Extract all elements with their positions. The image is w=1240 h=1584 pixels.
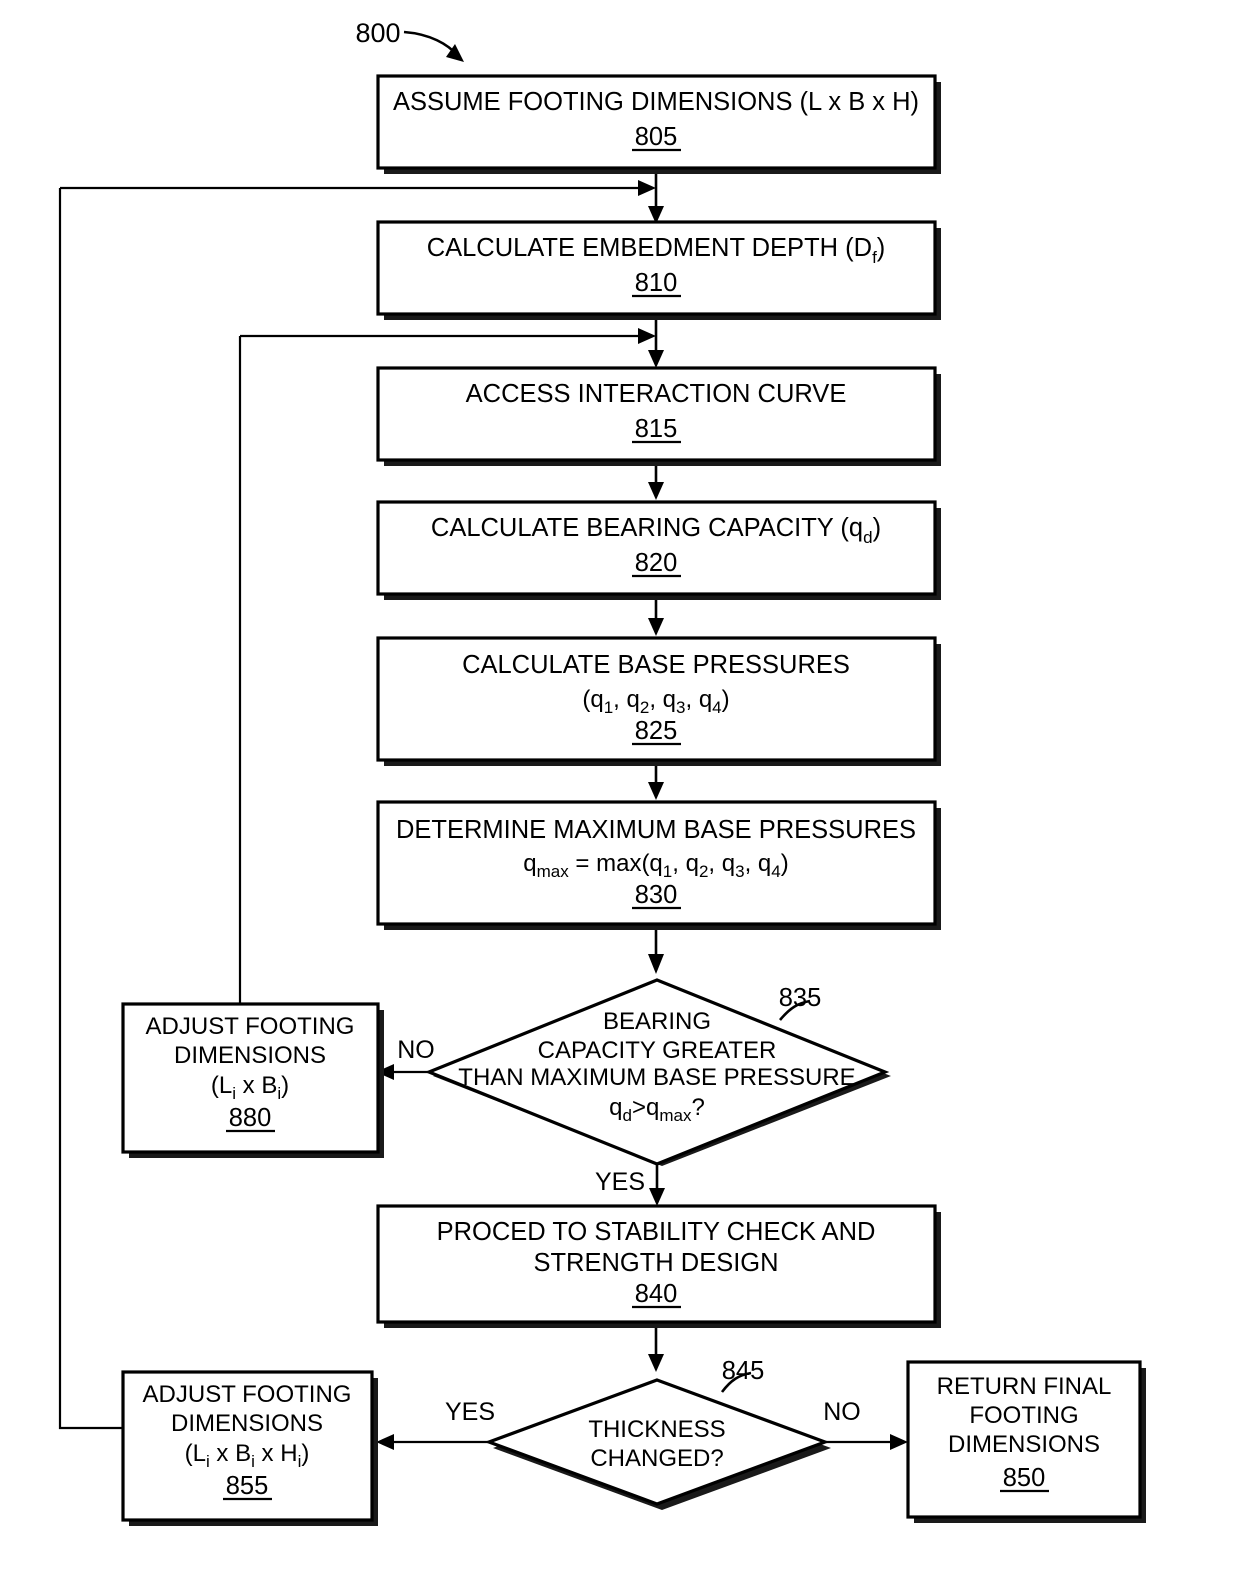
node-835-ref: 835 — [779, 984, 822, 1012]
node-830-ref: 830 — [635, 881, 678, 909]
edge-825-830 — [648, 766, 664, 800]
edge-845-no-850: NO — [823, 1398, 908, 1450]
node-805: ASSUME FOOTING DIMENSIONS (L x B x H) 80… — [376, 74, 941, 174]
node-805-line1: ASSUME FOOTING DIMENSIONS (L x B x H) — [393, 88, 919, 116]
edge-820-825 — [648, 600, 664, 636]
node-825: CALCULATE BASE PRESSURES (q1, q2, q3, q4… — [376, 636, 941, 766]
edge-810-815 — [648, 320, 664, 368]
node-850-line2: FOOTING — [969, 1402, 1078, 1429]
edge-830-835 — [648, 930, 664, 974]
node-850: RETURN FINAL FOOTING DIMENSIONS 850 — [906, 1360, 1146, 1523]
node-855-line2: DIMENSIONS — [171, 1410, 323, 1437]
node-835-line2: CAPACITY GREATER — [538, 1037, 777, 1064]
node-805-ref: 805 — [635, 123, 678, 151]
edge-feedback-outer — [60, 180, 656, 196]
node-880-line2: DIMENSIONS — [174, 1042, 326, 1069]
edge-label-yes-835: YES — [595, 1168, 645, 1196]
node-825-ref: 825 — [635, 717, 678, 745]
node-835: BEARING CAPACITY GREATER THAN MAXIMUM BA… — [424, 978, 891, 1166]
node-840: PROCED TO STABILITY CHECK AND STRENGTH D… — [376, 1204, 941, 1328]
edge-855-feedback-riser — [58, 188, 123, 1430]
edge-815-820 — [648, 466, 664, 500]
node-855-line3: (Li x Bi x Hi) — [185, 1440, 310, 1471]
node-815-line1: ACCESS INTERACTION CURVE — [466, 380, 847, 408]
node-830-line1: DETERMINE MAXIMUM BASE PRESSURES — [396, 816, 916, 844]
edge-805-810 — [648, 174, 664, 224]
node-830: DETERMINE MAXIMUM BASE PRESSURES qmax = … — [376, 800, 941, 930]
edge-label-no-835: NO — [397, 1036, 435, 1064]
edge-845-yes-855: YES — [376, 1398, 495, 1450]
edge-label-yes-845: YES — [445, 1398, 495, 1426]
patent-flowchart-page: 800 ASSUME FOOTING DIMENSIONS (L x B x H… — [0, 0, 1240, 1584]
node-855: ADJUST FOOTING DIMENSIONS (Li x Bi x Hi)… — [121, 1370, 378, 1526]
node-855-line1: ADJUST FOOTING — [143, 1381, 352, 1408]
node-835-line1: BEARING — [603, 1008, 711, 1035]
node-880-ref: 880 — [229, 1104, 272, 1132]
node-840-line1: PROCED TO STABILITY CHECK AND — [437, 1218, 876, 1246]
node-840-ref: 840 — [635, 1280, 678, 1308]
node-855-ref: 855 — [226, 1472, 269, 1500]
node-850-ref: 850 — [1003, 1464, 1046, 1492]
node-880-line1: ADJUST FOOTING — [146, 1013, 355, 1040]
node-845-line1: THICKNESS — [588, 1416, 725, 1443]
edge-835-yes-840: YES — [595, 1164, 665, 1206]
edge-feedback-inner — [240, 328, 656, 344]
node-840-line2: STRENGTH DESIGN — [533, 1249, 778, 1277]
node-845: THICKNESS CHANGED? 845 — [484, 1357, 831, 1510]
edge-840-845 — [648, 1328, 664, 1372]
node-810-ref: 810 — [635, 269, 678, 297]
node-835-line3: THAN MAXIMUM BASE PRESSURE — [458, 1064, 855, 1091]
node-815-ref: 815 — [635, 415, 678, 443]
node-820-ref: 820 — [635, 549, 678, 577]
node-820: CALCULATE BEARING CAPACITY (qd) 820 — [376, 500, 941, 600]
node-880: ADJUST FOOTING DIMENSIONS (Li x Bi) 880 — [121, 1002, 384, 1158]
edge-label-no-845: NO — [823, 1398, 861, 1426]
node-845-ref: 845 — [722, 1357, 765, 1385]
node-815: ACCESS INTERACTION CURVE 815 — [376, 366, 941, 466]
figure-number-label: 800 — [355, 18, 400, 48]
flowchart-canvas: 800 ASSUME FOOTING DIMENSIONS (L x B x H… — [58, 18, 1146, 1526]
node-850-line3: DIMENSIONS — [948, 1431, 1100, 1458]
node-810: CALCULATE EMBEDMENT DEPTH (Df) 810 — [376, 220, 941, 320]
node-825-line1: CALCULATE BASE PRESSURES — [462, 651, 850, 679]
edge-835-no-880: NO — [376, 1036, 435, 1080]
node-850-line1: RETURN FINAL — [937, 1373, 1112, 1400]
node-845-line2: CHANGED? — [590, 1445, 723, 1472]
